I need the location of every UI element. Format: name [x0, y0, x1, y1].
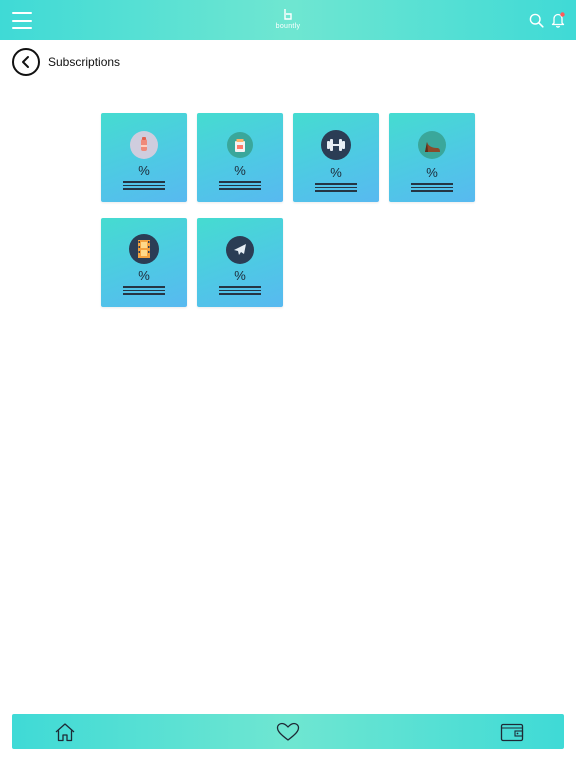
- subscription-tile-movies[interactable]: %: [101, 218, 187, 307]
- brand-logo[interactable]: bountly: [270, 8, 306, 30]
- airplane-icon: [226, 236, 254, 264]
- page-header: Subscriptions: [12, 48, 120, 76]
- hamburger-icon[interactable]: [12, 12, 32, 29]
- brand-name: bountly: [275, 23, 301, 30]
- film-icon: [129, 234, 159, 264]
- page-title: Subscriptions: [48, 55, 121, 69]
- tile-placeholder-lines: [219, 286, 261, 297]
- heart-icon[interactable]: [276, 722, 300, 742]
- subscription-tile-beauty[interactable]: %: [101, 113, 187, 202]
- high-heel-icon: [418, 131, 446, 159]
- home-icon[interactable]: [54, 722, 76, 742]
- chevron-left-icon: [22, 56, 29, 68]
- subscription-tile-groceries[interactable]: %: [197, 113, 283, 202]
- search-icon[interactable]: [529, 13, 544, 28]
- tile-placeholder-lines: [123, 286, 165, 297]
- back-button[interactable]: [12, 48, 40, 76]
- shopping-bag-icon: [227, 132, 253, 158]
- tile-percent: %: [138, 163, 150, 178]
- tile-placeholder-lines: [411, 183, 453, 194]
- tile-placeholder-lines: [123, 181, 165, 192]
- tile-percent: %: [138, 268, 150, 283]
- tile-placeholder-lines: [315, 183, 357, 194]
- tile-percent: %: [330, 165, 342, 180]
- dumbbell-icon: [321, 130, 351, 160]
- tile-placeholder-lines: [219, 181, 261, 192]
- bountly-logo-icon: [284, 9, 292, 20]
- tile-percent: %: [234, 268, 246, 283]
- makeup-icon: [130, 131, 158, 159]
- subscription-tile-fashion[interactable]: %: [389, 113, 475, 202]
- subscription-tile-travel[interactable]: %: [197, 218, 283, 307]
- tile-percent: %: [234, 163, 246, 178]
- notification-badge: [560, 12, 565, 17]
- bell-icon[interactable]: [550, 11, 566, 28]
- bottom-nav: [12, 714, 564, 749]
- tile-percent: %: [426, 165, 438, 180]
- wallet-icon[interactable]: [500, 722, 524, 742]
- top-bar: bountly: [0, 0, 576, 40]
- subscription-tile-fitness[interactable]: %: [293, 113, 379, 202]
